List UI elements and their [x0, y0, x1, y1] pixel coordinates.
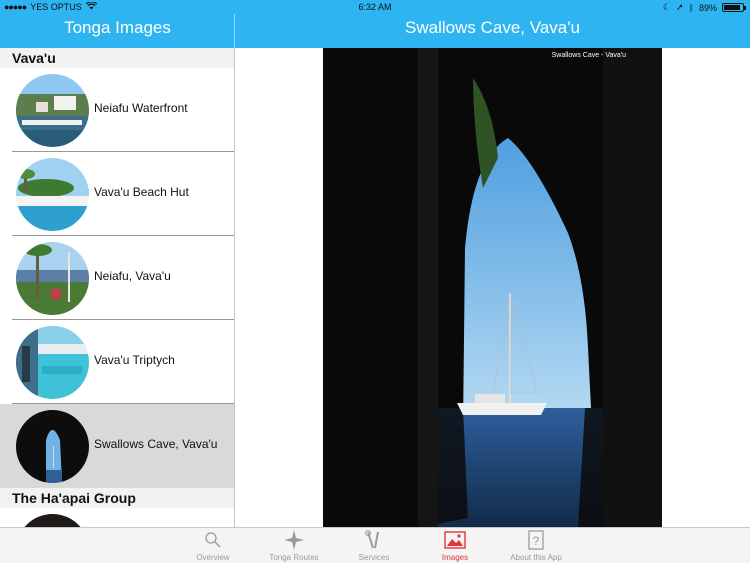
section-header-haapai: The Ha'apai Group: [0, 488, 234, 508]
master-title: Tonga Images: [64, 18, 171, 37]
thumbnail-neiafu-vavau: [16, 242, 89, 315]
tab-images[interactable]: Images: [415, 530, 495, 562]
compass-rose-icon: [254, 530, 334, 550]
tab-label: Overview: [196, 553, 230, 562]
question-icon: ?: [496, 530, 576, 550]
list-item-neiafu-vavau[interactable]: Neiafu, Vava'u: [0, 236, 234, 320]
list-item-label: Neiafu Waterfront: [94, 101, 188, 115]
list-item-partial[interactable]: [0, 508, 234, 527]
list-item-swallows-cave[interactable]: Swallows Cave, Vava'u: [0, 404, 234, 488]
list-item-label: Neiafu, Vava'u: [94, 269, 171, 283]
tab-bar: Overview Tonga Routes Services Images ? …: [0, 527, 750, 563]
location-arrow-icon: ➚: [676, 2, 684, 12]
thumbnail-vavau-triptych: [16, 326, 89, 399]
thumbnail-vavau-beach-hut: [16, 158, 89, 231]
list-item-neiafu-waterfront[interactable]: Neiafu Waterfront: [0, 68, 234, 152]
list-item-label: Vava'u Triptych: [94, 353, 175, 367]
detail-title: Swallows Cave, Vava'u: [405, 18, 580, 37]
list-item-vavau-triptych[interactable]: Vava'u Triptych: [0, 320, 234, 404]
section-header-vavau: Vava'u: [0, 48, 234, 68]
status-bar: ●●●●● YES OPTUS 6:32 AM ☾ ➚ ᛒ 89%: [0, 0, 750, 14]
list-item-vavau-beach-hut[interactable]: Vava'u Beach Hut: [0, 152, 234, 236]
image-list[interactable]: Vava'u Neiafu Waterfront Vava'u Beach Hu…: [0, 48, 235, 527]
bluetooth-icon: ᛒ: [688, 2, 694, 13]
tab-tonga-routes[interactable]: Tonga Routes: [254, 530, 334, 562]
svg-text:?: ?: [533, 534, 540, 548]
moon-icon: ☾: [662, 2, 672, 12]
tab-label: Tonga Routes: [269, 553, 319, 562]
battery-percent: 89%: [698, 2, 717, 13]
tab-label: Images: [441, 553, 469, 562]
image-icon: [415, 530, 495, 550]
list-item-label: Vava'u Beach Hut: [94, 185, 189, 199]
list-item-label: Swallows Cave, Vava'u: [94, 437, 218, 451]
status-time: 6:32 AM: [358, 2, 392, 12]
magnifier-icon: [173, 530, 253, 550]
cave-photo: Swallows Cave - Vava'u: [323, 48, 662, 527]
tab-label: About this App: [510, 553, 562, 562]
tab-overview[interactable]: Overview: [173, 530, 253, 562]
battery-icon: [722, 3, 746, 12]
detail-pane: Swallows Cave - Vava'u: [235, 48, 750, 527]
tab-services[interactable]: Services: [334, 530, 414, 562]
photo-caption: Swallows Cave - Vava'u: [551, 52, 626, 59]
top-bar: ●●●●● YES OPTUS 6:32 AM ☾ ➚ ᛒ 89% Tonga …: [0, 0, 750, 48]
thumbnail-swallows-cave: [16, 410, 89, 483]
thumbnail-neiafu-waterfront: [16, 74, 89, 147]
tab-about[interactable]: ? About this App: [496, 530, 576, 562]
tab-label: Services: [358, 553, 390, 562]
thumbnail-partial: [16, 514, 89, 527]
tools-icon: [334, 530, 414, 550]
